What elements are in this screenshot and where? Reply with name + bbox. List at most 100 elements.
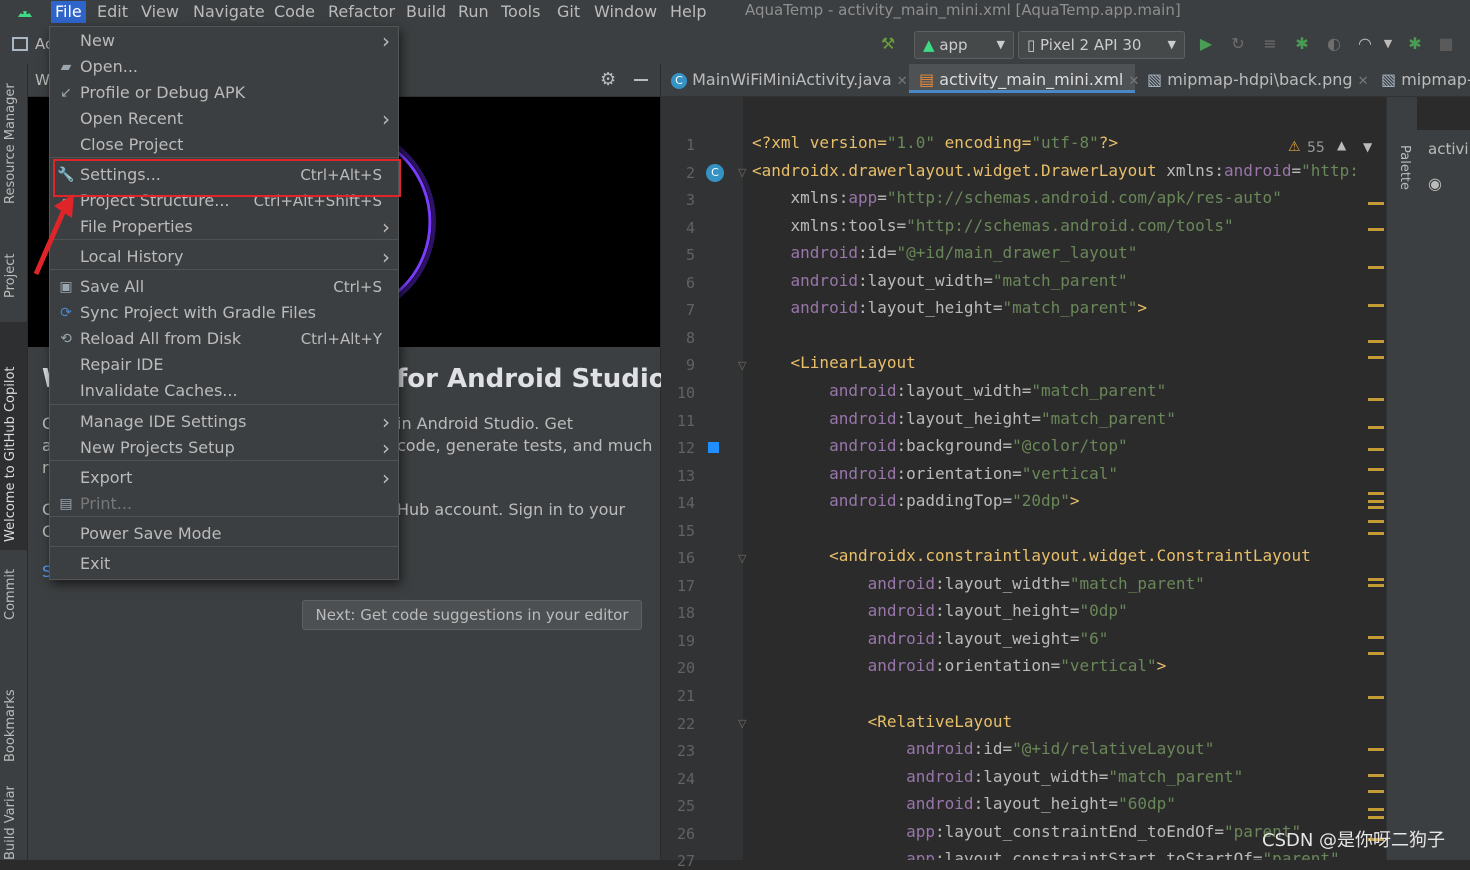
- minimize-icon[interactable]: [634, 79, 648, 81]
- tab-mainwifiminiactivity[interactable]: C MainWiFiMiniActivity.java ✕: [671, 64, 903, 96]
- warning-marker[interactable]: [1368, 398, 1384, 401]
- menu-item-save-all[interactable]: ▣Save AllCtrl+S: [50, 274, 398, 300]
- apply-code-changes-icon[interactable]: ≡: [1260, 34, 1280, 54]
- menu-item-power-save-mode[interactable]: Power Save Mode: [50, 521, 398, 547]
- warning-marker[interactable]: [1368, 584, 1384, 587]
- tool-build-variants[interactable]: Build Variants: [3, 786, 23, 860]
- close-icon[interactable]: ✕: [1128, 74, 1139, 89]
- run-config-select[interactable]: ▲ app ▼: [914, 31, 1014, 59]
- chevron-down-icon[interactable]: ▼: [1363, 140, 1372, 154]
- warning-marker[interactable]: [1368, 578, 1384, 581]
- warning-marker[interactable]: [1368, 520, 1384, 523]
- fold-icon[interactable]: ▽: [738, 717, 746, 730]
- menu-item-profile-or-debug-apk[interactable]: ↙Profile or Debug APK: [50, 80, 398, 106]
- warning-marker[interactable]: [1368, 816, 1384, 819]
- menu-tools[interactable]: Tools: [497, 1, 544, 23]
- color-swatch-icon[interactable]: [708, 442, 719, 453]
- code-editor[interactable]: <?xml version="1.0" encoding="utf-8"?><a…: [744, 97, 1386, 860]
- warning-marker[interactable]: [1368, 202, 1384, 205]
- code-token: android: [752, 271, 858, 290]
- gear-icon[interactable]: ⚙: [600, 69, 616, 90]
- menu-code[interactable]: Code: [270, 1, 319, 23]
- build-hammer-icon[interactable]: ⚒: [878, 34, 898, 54]
- warning-marker[interactable]: [1368, 426, 1384, 429]
- warning-marker[interactable]: [1368, 790, 1384, 793]
- menu-item-invalidate-caches[interactable]: Invalidate Caches...: [50, 378, 398, 404]
- tool-bookmarks[interactable]: Bookmarks: [3, 672, 23, 762]
- menu-file[interactable]: File: [51, 1, 86, 23]
- menu-item-open-recent[interactable]: Open Recent›: [50, 106, 398, 132]
- fold-icon[interactable]: ▽: [738, 552, 746, 565]
- class-gutter-icon[interactable]: C: [706, 164, 724, 182]
- warning-marker[interactable]: [1368, 652, 1384, 655]
- menu-item-reload-all-from-disk[interactable]: ⟲Reload All from DiskCtrl+Alt+Y: [50, 326, 398, 352]
- menu-item-new[interactable]: New›: [50, 28, 398, 54]
- menu-item-label: Export: [80, 465, 132, 491]
- apply-changes-icon[interactable]: ↻: [1228, 34, 1248, 54]
- warning-marker[interactable]: [1368, 492, 1384, 495]
- warning-marker[interactable]: [1368, 748, 1384, 751]
- tab-mipmap[interactable]: ▧ mipmap-: [1381, 64, 1470, 96]
- warning-marker[interactable]: [1368, 448, 1384, 451]
- menu-edit[interactable]: Edit: [93, 1, 132, 23]
- attach-debug-bug-icon[interactable]: ✱: [1405, 34, 1425, 54]
- tool-resource-manager[interactable]: Resource Manager: [3, 74, 23, 204]
- warning-marker[interactable]: [1368, 532, 1384, 535]
- warning-marker[interactable]: [1368, 774, 1384, 777]
- tab-back-png[interactable]: ▧ mipmap-hdpi\back.png ✕: [1147, 64, 1359, 96]
- menu-window[interactable]: Window: [590, 1, 661, 23]
- code-line: <RelativeLayout: [752, 712, 1012, 731]
- warning-marker[interactable]: [1368, 304, 1384, 307]
- next-button[interactable]: Next: Get code suggestions in your edito…: [302, 600, 642, 630]
- close-icon[interactable]: ✕: [897, 74, 908, 89]
- chevron-down-icon: ▼: [1168, 32, 1176, 58]
- menu-item-sync-project-with-gradle-files[interactable]: ⟳Sync Project with Gradle Files: [50, 300, 398, 326]
- warning-marker[interactable]: [1368, 500, 1384, 503]
- tab-activity-main-mini[interactable]: ▤ activity_main_mini.xml ✕: [909, 64, 1135, 93]
- warning-marker[interactable]: [1368, 228, 1384, 231]
- menu-item-repair-ide[interactable]: Repair IDE: [50, 352, 398, 378]
- menu-item-new-projects-setup[interactable]: New Projects Setup›: [50, 435, 398, 461]
- menu-help[interactable]: Help: [666, 1, 710, 23]
- menu-git[interactable]: Git: [553, 1, 584, 23]
- warning-marker[interactable]: [1368, 696, 1384, 699]
- preview-tab-fragment[interactable]: activi: [1428, 140, 1469, 158]
- warning-marker[interactable]: [1368, 506, 1384, 509]
- warning-icon[interactable]: ⚠: [1288, 139, 1301, 155]
- tool-commit[interactable]: Commit: [3, 556, 23, 620]
- warning-marker[interactable]: [1368, 636, 1384, 639]
- tool-github-copilot[interactable]: Welcome to GitHub Copilot: [3, 332, 23, 542]
- project-view-icon[interactable]: [12, 37, 28, 51]
- warning-marker[interactable]: [1368, 356, 1384, 359]
- menu-refactor[interactable]: Refactor: [324, 1, 399, 23]
- menu-item-close-project[interactable]: Close Project: [50, 132, 398, 158]
- device-select[interactable]: ▯ Pixel 2 API 30 ▼: [1018, 31, 1185, 59]
- menu-view[interactable]: View: [137, 1, 183, 23]
- menu-run[interactable]: Run: [454, 1, 493, 23]
- menu-item-manage-ide-settings[interactable]: Manage IDE Settings›: [50, 409, 398, 435]
- tool-project[interactable]: Project: [3, 236, 23, 298]
- profile-icon[interactable]: ◐: [1324, 34, 1344, 54]
- run-icon[interactable]: ▶: [1196, 34, 1216, 54]
- menu-item-local-history[interactable]: Local History›: [50, 244, 398, 270]
- fold-icon[interactable]: ▽: [738, 166, 746, 179]
- menu-navigate[interactable]: Navigate: [189, 1, 269, 23]
- attach-debugger-icon[interactable]: ◠: [1355, 34, 1375, 54]
- warning-marker[interactable]: [1368, 266, 1384, 269]
- fold-icon[interactable]: ▽: [738, 359, 746, 372]
- menu-item-export[interactable]: Export›: [50, 465, 398, 491]
- eye-icon[interactable]: ◉: [1428, 174, 1442, 193]
- menu-item-exit[interactable]: Exit: [50, 551, 398, 577]
- chevron-up-icon[interactable]: ▲: [1337, 138, 1346, 152]
- menu-build[interactable]: Build: [402, 1, 450, 23]
- warning-marker[interactable]: [1368, 808, 1384, 811]
- more-run-chevron-icon[interactable]: ▼: [1378, 34, 1398, 54]
- close-icon[interactable]: ✕: [1358, 74, 1369, 89]
- stop-icon[interactable]: ■: [1436, 34, 1456, 54]
- warning-marker[interactable]: [1368, 468, 1384, 471]
- tool-palette[interactable]: Palette: [1392, 145, 1412, 205]
- menu-item-file-properties[interactable]: File Properties›: [50, 214, 398, 240]
- debug-icon[interactable]: ✱: [1292, 34, 1312, 54]
- menu-item-open[interactable]: ▰Open...: [50, 54, 398, 80]
- warning-marker[interactable]: [1368, 340, 1384, 343]
